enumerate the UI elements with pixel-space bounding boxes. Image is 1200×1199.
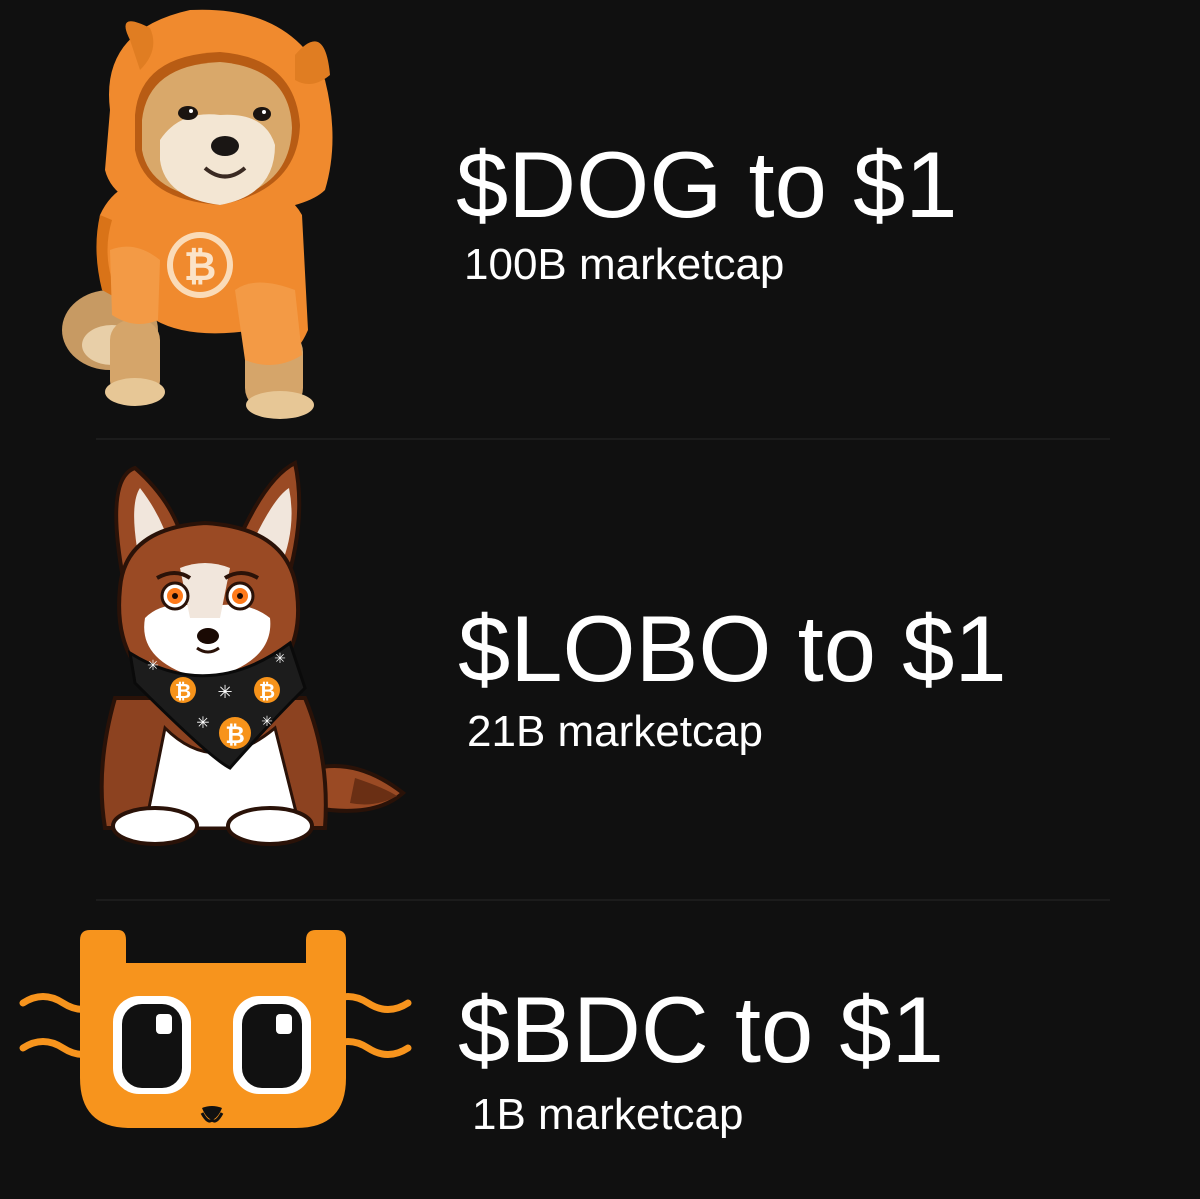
divider — [96, 438, 1110, 440]
orange-cat-face-logo — [19, 930, 412, 1128]
wolf-with-bitcoin-bandana-illustration: ₿ ₿ ₿ ✳ ✳ ✳ ✳ ✳ — [99, 460, 407, 846]
svg-text:✳: ✳ — [196, 713, 209, 732]
svg-text:✳: ✳ — [261, 714, 273, 730]
dog-marketcap: 100B marketcap — [464, 240, 785, 289]
svg-text:✳: ✳ — [147, 658, 159, 674]
lobo-marketcap: 21B marketcap — [467, 707, 763, 756]
bdc-marketcap: 1B marketcap — [472, 1090, 744, 1139]
svg-text:₿: ₿ — [259, 679, 275, 703]
svg-text:✳: ✳ — [217, 682, 232, 703]
svg-text:₿: ₿ — [175, 679, 191, 703]
lobo-headline: $LOBO to $1 — [458, 596, 1007, 701]
dog-in-bitcoin-hoodie-image: ₿ — [62, 9, 333, 419]
bitcoin-icon: ₿ — [219, 717, 251, 749]
bdc-headline: $BDC to $1 — [458, 977, 944, 1082]
svg-text:₿: ₿ — [225, 721, 245, 749]
bitcoin-icon: ₿ — [170, 677, 196, 703]
svg-text:✳: ✳ — [274, 651, 286, 667]
dog-headline: $DOG to $1 — [456, 132, 958, 237]
divider — [96, 899, 1110, 901]
svg-text:₿: ₿ — [184, 244, 217, 290]
bitcoin-icon: ₿ — [254, 677, 280, 703]
